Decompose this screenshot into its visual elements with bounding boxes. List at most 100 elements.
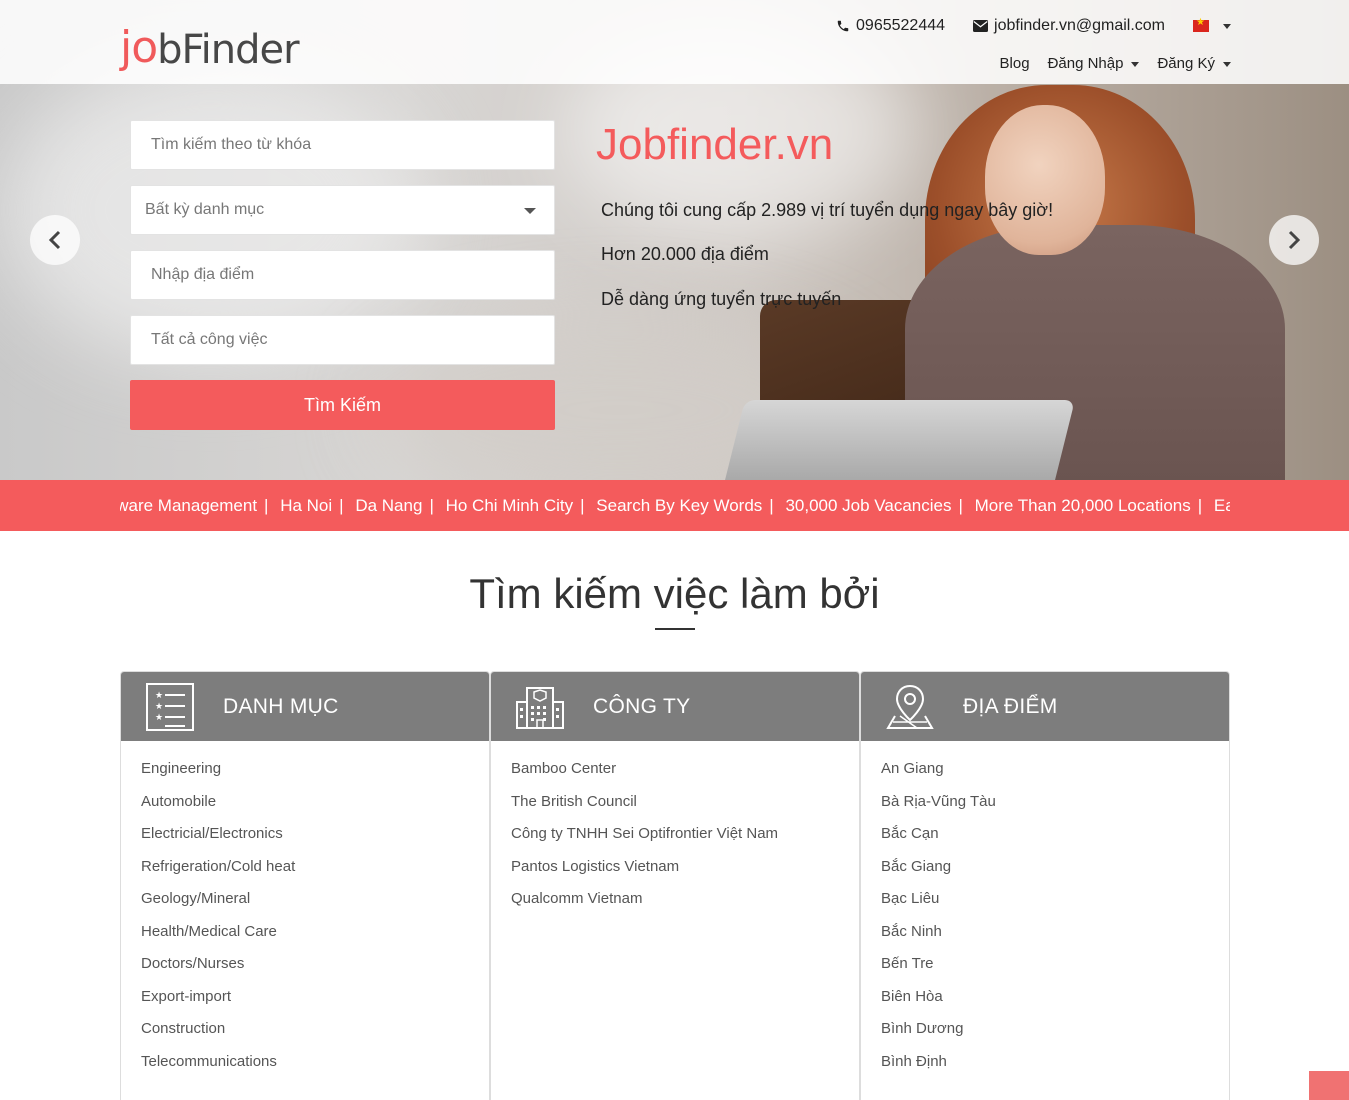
list-item[interactable]: The British Council (511, 789, 859, 822)
nav-login-label: Đăng Nhập (1047, 55, 1124, 72)
ticker-separator: | (264, 496, 269, 515)
location-link[interactable]: Bà Rịa-Vũng Tàu (881, 793, 996, 810)
location-link[interactable]: Bến Tre (881, 955, 934, 972)
ticker-item[interactable]: 30,000 Job Vacancies (785, 496, 951, 515)
list-item[interactable]: Bình Định (881, 1049, 1229, 1082)
logo-letter-j: j (120, 22, 132, 73)
location-link[interactable]: Bạc Liêu (881, 890, 939, 907)
company-link[interactable]: The British Council (511, 793, 637, 810)
list-item[interactable]: Refrigeration/Cold heat (141, 854, 489, 887)
list-item[interactable]: Telecommunications (141, 1049, 489, 1082)
location-link[interactable]: Bắc Cạn (881, 825, 939, 842)
location-card-title: ĐỊA ĐIỂM (963, 694, 1058, 718)
ticker-separator: | (1197, 496, 1203, 515)
category-link[interactable]: Automobile (141, 793, 216, 810)
list-item[interactable]: Bến Tre (881, 951, 1229, 984)
carousel-prev-button[interactable] (30, 215, 80, 265)
list-item[interactable]: Bắc Cạn (881, 821, 1229, 854)
category-link[interactable]: Refrigeration/Cold heat (141, 858, 295, 875)
scroll-to-top-button[interactable] (1309, 1071, 1349, 1100)
company-link[interactable]: Pantos Logistics Vietnam (511, 858, 679, 875)
category-list: Engineering Automobile Electricial/Elect… (121, 741, 489, 1081)
company-link[interactable]: Bamboo Center (511, 760, 616, 777)
email-address: jobfinder.vn@gmail.com (994, 17, 1165, 34)
list-item[interactable]: Công ty TNHH Sei Optifrontier Việt Nam (511, 821, 859, 854)
category-link[interactable]: Geology/Mineral (141, 890, 250, 907)
ticker-separator: | (429, 496, 434, 515)
hero-laptop-shape (725, 400, 1075, 480)
site-logo[interactable]: j o bFinder (120, 14, 300, 73)
list-item[interactable]: Bamboo Center (511, 756, 859, 789)
keyword-search-input[interactable] (130, 120, 555, 170)
location-link[interactable]: Bắc Ninh (881, 923, 942, 940)
location-input[interactable] (130, 250, 555, 300)
ticker-item[interactable]: Ha Noi (280, 496, 332, 515)
section-title: Tìm kiếm việc làm bởi (469, 570, 880, 617)
hero-line-2: Hơn 20.000 địa điểm (601, 244, 769, 264)
ticker-item[interactable]: Easy To Apply (1214, 496, 1230, 515)
category-link[interactable]: Export-import (141, 988, 231, 1005)
list-item[interactable]: Automobile (141, 789, 489, 822)
list-item[interactable]: Qualcomm Vietnam (511, 886, 859, 919)
list-item[interactable]: Bình Dương (881, 1016, 1229, 1049)
location-link[interactable]: Bình Dương (881, 1020, 963, 1037)
category-link[interactable]: Telecommunications (141, 1053, 277, 1070)
category-link[interactable]: Health/Medical Care (141, 923, 277, 940)
company-link[interactable]: Công ty TNHH Sei Optifrontier Việt Nam (511, 825, 778, 842)
list-item[interactable]: Bà Rịa-Vũng Tàu (881, 789, 1229, 822)
ticker-item[interactable]: Search By Key Words (596, 496, 762, 515)
ticker-item[interactable]: More Than 20,000 Locations (975, 496, 1191, 515)
chevron-down-icon (1131, 61, 1140, 67)
nav-register-label: Đăng Ký (1157, 55, 1215, 72)
list-item[interactable]: Construction (141, 1016, 489, 1049)
ticker-separator: | (958, 496, 963, 515)
ticker-separator: | (580, 496, 585, 515)
category-link[interactable]: Construction (141, 1020, 225, 1037)
category-card-header: ★ ★ ★ DANH MỤC (121, 672, 489, 741)
category-link[interactable]: Engineering (141, 760, 221, 777)
ticker-separator: | (769, 496, 774, 515)
list-item[interactable]: Electricial/Electronics (141, 821, 489, 854)
location-link[interactable]: Bắc Giang (881, 858, 951, 875)
nav-register-dropdown[interactable]: Đăng Ký (1157, 55, 1231, 72)
job-type-input[interactable] (130, 315, 555, 365)
location-link[interactable]: Bình Định (881, 1053, 947, 1070)
list-item[interactable]: Pantos Logistics Vietnam (511, 854, 859, 887)
carousel-next-button[interactable] (1269, 215, 1319, 265)
nav-login-dropdown[interactable]: Đăng Nhập (1048, 55, 1140, 72)
list-item[interactable]: Bắc Ninh (881, 919, 1229, 952)
phone-icon (837, 20, 849, 32)
list-item[interactable]: Bạc Liêu (881, 886, 1229, 919)
category-link[interactable]: Doctors/Nurses (141, 955, 244, 972)
title-divider (655, 628, 695, 630)
location-card-header: ĐỊA ĐIỂM (861, 672, 1229, 741)
list-item[interactable]: Geology/Mineral (141, 886, 489, 919)
list-item[interactable]: Bắc Giang (881, 854, 1229, 887)
list-item[interactable]: Health/Medical Care (141, 919, 489, 952)
ticker-bar: Software Management | Ha Noi | Da Nang | Ho… (0, 480, 1349, 531)
company-card-header: CÔNG TY (491, 672, 859, 741)
email-contact[interactable]: jobfinder.vn@gmail.com (973, 17, 1165, 35)
chevron-down-icon (1223, 23, 1231, 29)
list-icon: ★ ★ ★ (146, 682, 194, 731)
phone-contact[interactable]: 0965522444 (836, 17, 945, 35)
location-link[interactable]: An Giang (881, 760, 944, 777)
location-link[interactable]: Biên Hòa (881, 988, 943, 1005)
category-select[interactable]: Bất kỳ danh mục (130, 185, 555, 235)
nav-blog-link[interactable]: Blog (1000, 55, 1030, 72)
list-item[interactable]: An Giang (881, 756, 1229, 789)
company-link[interactable]: Qualcomm Vietnam (511, 890, 642, 907)
list-item[interactable]: Doctors/Nurses (141, 951, 489, 984)
ticker-item[interactable]: Da Nang (355, 496, 422, 515)
company-card: CÔNG TY Bamboo Center The British Counci… (490, 671, 860, 1100)
ticker-item[interactable]: Software Management (120, 496, 257, 515)
language-dropdown[interactable] (1193, 17, 1231, 32)
hero-line-3: Dễ dàng ứng tuyển trực tuyến (601, 289, 842, 309)
chevron-right-icon (1288, 230, 1301, 250)
search-button[interactable]: Tìm Kiếm (130, 380, 555, 430)
category-link[interactable]: Electricial/Electronics (141, 825, 283, 842)
list-item[interactable]: Biên Hòa (881, 984, 1229, 1017)
list-item[interactable]: Export-import (141, 984, 489, 1017)
list-item[interactable]: Engineering (141, 756, 489, 789)
ticker-item[interactable]: Ho Chi Minh City (446, 496, 574, 515)
